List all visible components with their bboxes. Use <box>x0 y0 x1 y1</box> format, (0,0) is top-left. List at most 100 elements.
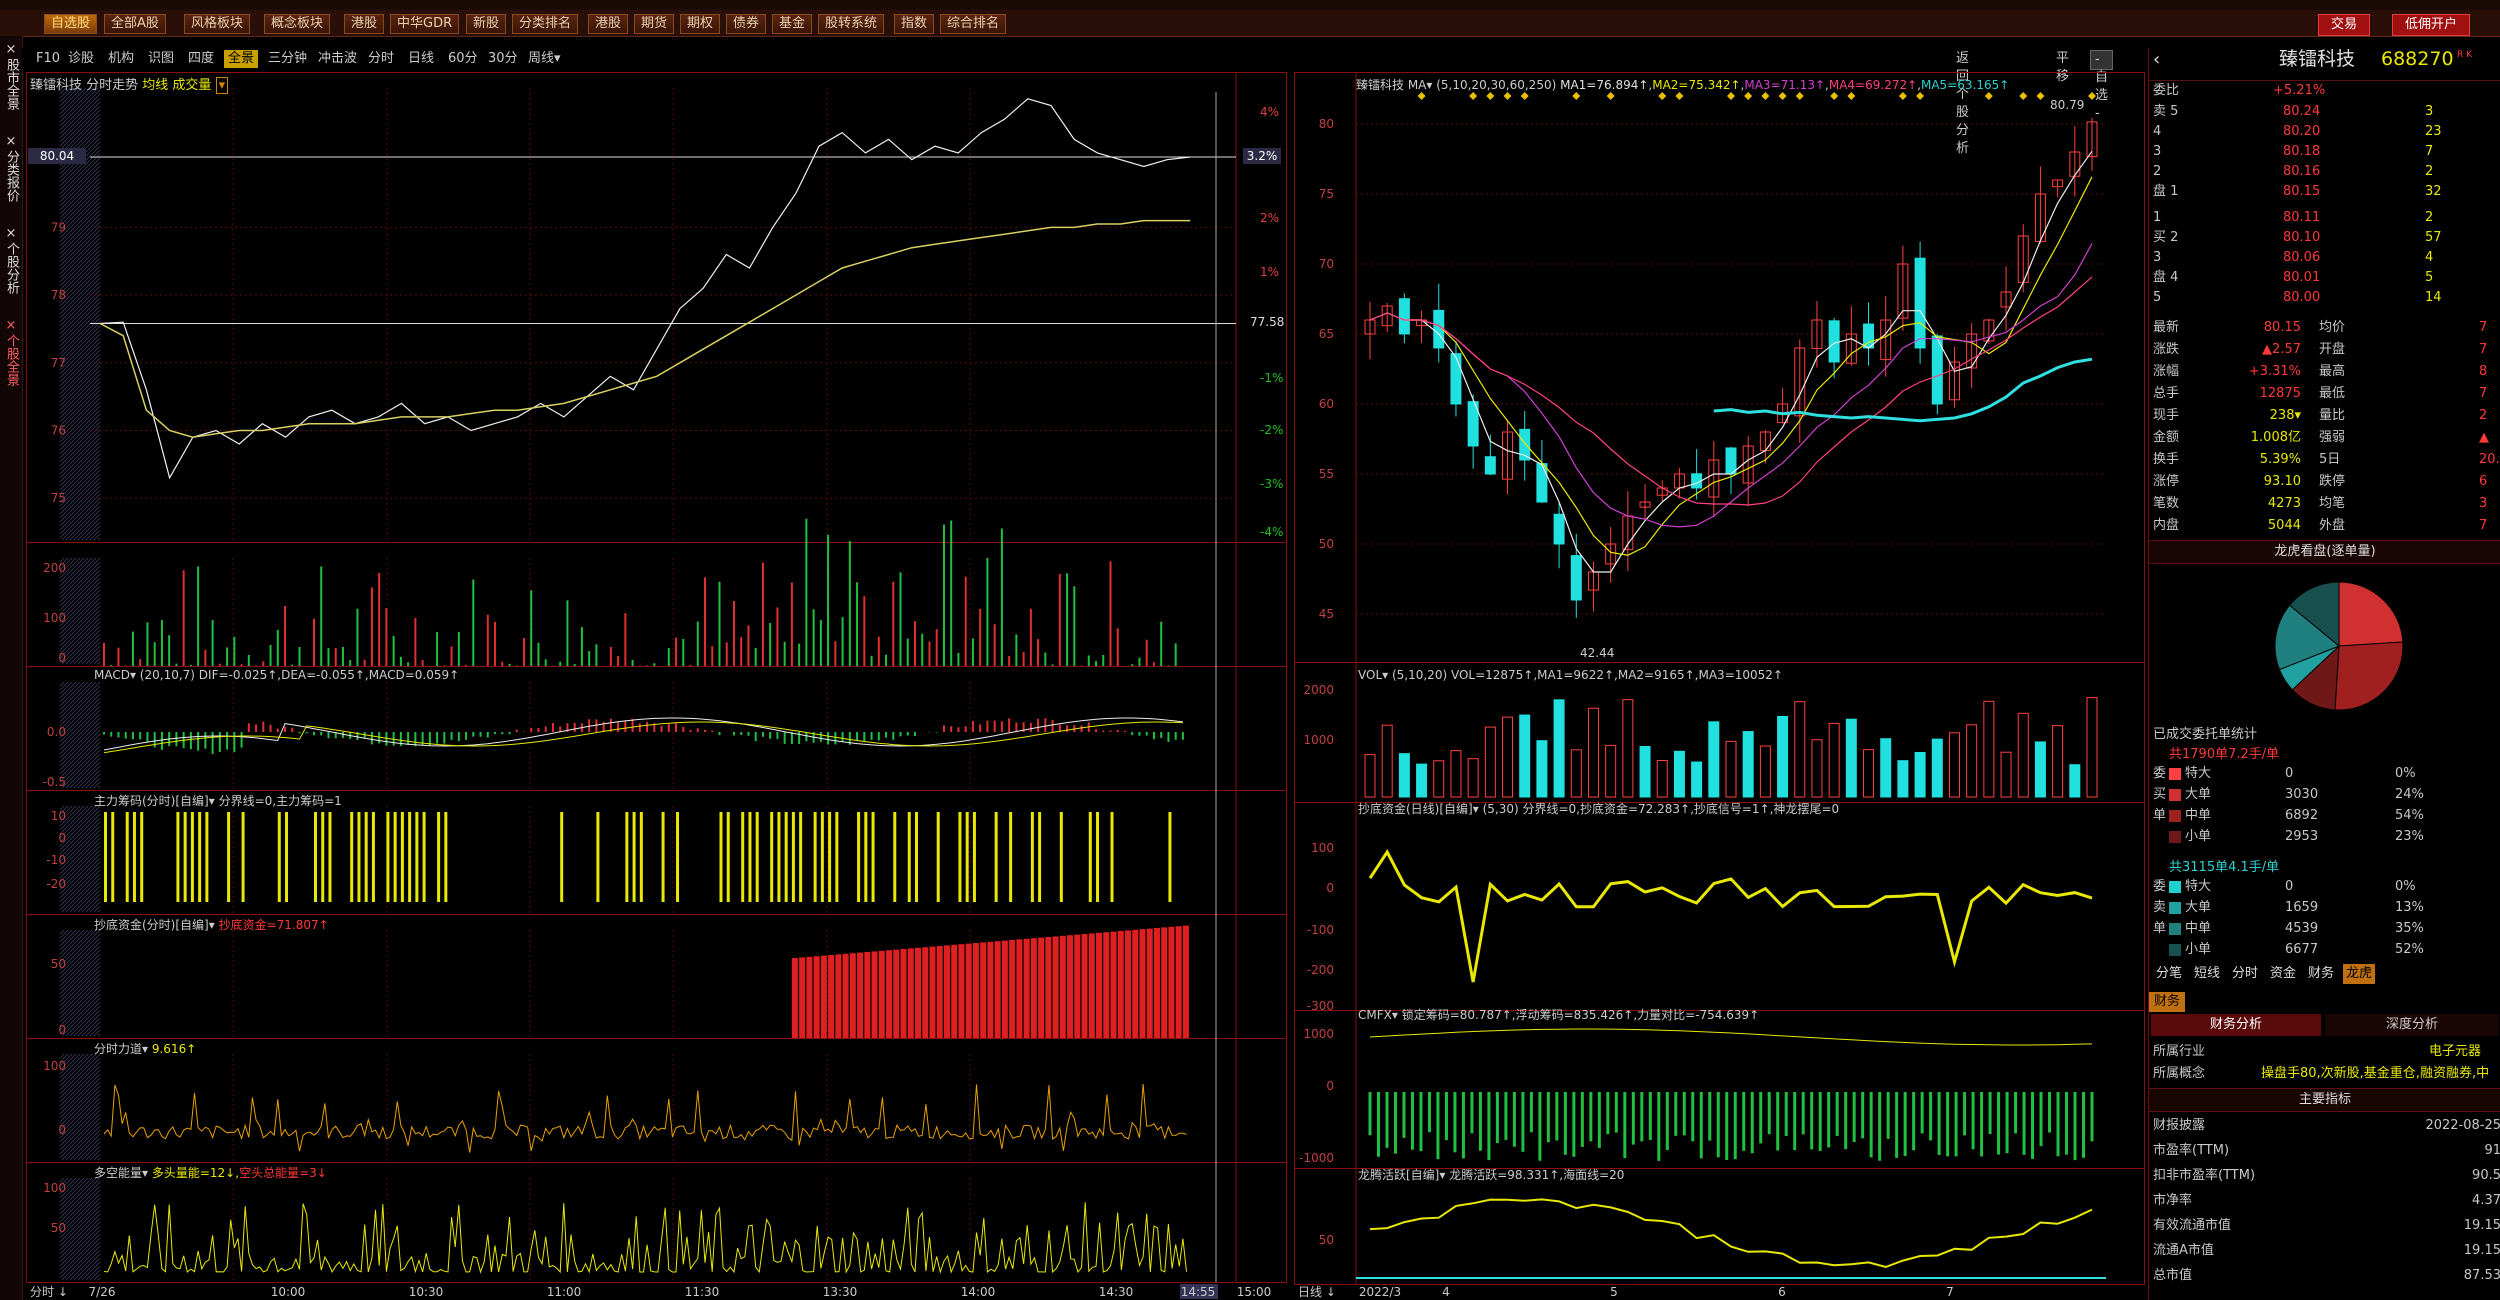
quote-tab[interactable]: 分笔 <box>2153 964 2185 984</box>
toolbar-item[interactable]: F10 <box>32 50 64 68</box>
menu-item[interactable]: 基金 <box>772 14 813 34</box>
signal-diamond <box>1847 92 1856 100</box>
main-chip-bar <box>719 812 723 902</box>
sell-level-row[interactable]: 3 80.18 7 <box>2149 142 2500 161</box>
price-tick-label: 76 <box>51 423 66 437</box>
bottom-fund-bar <box>980 942 987 1038</box>
sell-level-row[interactable]: 4 80.20 23 <box>2149 122 2500 141</box>
candle-body <box>1398 298 1410 335</box>
main-chip-bar <box>205 812 209 902</box>
menu-item[interactable]: 指数 <box>894 14 935 34</box>
buy-level-row[interactable]: 1 80.11 2 <box>2149 208 2500 227</box>
menu-item[interactable]: 港股 <box>588 14 629 34</box>
quote-tab[interactable]: 资金 <box>2267 964 2299 984</box>
left-side-tabs: × 股市全景 × 分类报价 × 个股分析 × 个股全景 <box>0 36 23 1300</box>
daily-volume-bar <box>1931 738 1943 798</box>
menu-item[interactable]: 分类排名 <box>512 14 579 34</box>
buy-level-row[interactable]: 5 80.00 14 <box>2149 288 2500 307</box>
main-chip-bar <box>1110 812 1114 902</box>
side-tab-stock-panorama[interactable]: × 个股全景 <box>2 318 20 391</box>
finance-section-tab[interactable]: 财务 <box>2149 992 2185 1012</box>
toolbar-item[interactable]: 识图 <box>144 50 178 68</box>
close-icon[interactable]: × <box>6 318 17 333</box>
daily-volume-bar <box>1484 726 1496 798</box>
price-tick-label: 78 <box>51 288 66 302</box>
buy-level-row[interactable]: 买 2 80.10 57 <box>2149 228 2500 247</box>
pre-open-hatch <box>60 930 100 1036</box>
bottom-fund-bar <box>1103 932 1110 1038</box>
side-tab-stock-analysis[interactable]: × 个股分析 <box>2 226 20 299</box>
quote-tab[interactable]: 分时 <box>2229 964 2261 984</box>
side-tab-category-quotes[interactable]: × 分类报价 <box>2 134 20 207</box>
menu-item[interactable]: 自选股 <box>44 14 98 34</box>
close-icon[interactable]: × <box>6 226 17 241</box>
concept-row: 所属概念 操盘手80,次新股,基金重仓,融资融券,中 <box>2153 1066 2490 1081</box>
menu-item[interactable]: 股转系统 <box>818 14 885 34</box>
menu-item[interactable]: 中华GDR <box>390 14 460 34</box>
main-chip-bar <box>632 812 636 902</box>
bottom-fund-bar <box>813 956 820 1038</box>
toolbar-item[interactable]: 机构 <box>104 50 138 68</box>
trade-button[interactable]: 交易 <box>2318 14 2371 36</box>
bottom-fund-header: 抄底资金(分时)[自编]▾ 抄底资金=71.807↑ <box>94 918 329 932</box>
back-to-analysis-link[interactable]: 返回个股分析 <box>1952 50 1973 156</box>
toolbar-item[interactable]: 冲击波 <box>314 50 361 68</box>
daily-volume-bar <box>2086 697 2098 798</box>
daily-volume-bar <box>1656 760 1668 798</box>
main-chip-bar <box>176 812 180 902</box>
sell-level-row[interactable]: 盘 1 80.15 32 <box>2149 182 2500 201</box>
force-tick-label: 100 <box>43 1059 66 1073</box>
watchlist-select[interactable]: - 自选 - <box>2090 50 2113 121</box>
pan-toggle[interactable]: 平移 <box>2052 50 2073 84</box>
close-icon[interactable]: × <box>6 42 17 57</box>
bottom-fund-bar <box>893 949 900 1038</box>
sell-level-row[interactable]: 2 80.16 2 <box>2149 162 2500 181</box>
menu-item[interactable]: 风格板块 <box>184 14 251 34</box>
daily-volume-bar <box>1880 738 1892 798</box>
price-tick-label: 79 <box>51 220 66 234</box>
chevron-down-icon[interactable]: ▾ <box>215 77 229 94</box>
menu-item[interactable]: 概念板块 <box>264 14 331 34</box>
toolbar-item[interactable]: 60分 <box>444 50 482 68</box>
deep-analysis-tab[interactable]: 深度分析 <box>2325 1014 2499 1036</box>
pct-tick-label: -4% <box>1260 525 1283 539</box>
quote-tab[interactable]: 财务 <box>2305 964 2337 984</box>
bottom-fund-bar <box>857 952 864 1038</box>
buy-level-row[interactable]: 盘 4 80.01 5 <box>2149 268 2500 287</box>
finance-analysis-tab[interactable]: 财务分析 <box>2151 1014 2321 1036</box>
buy-level-row[interactable]: 3 80.06 4 <box>2149 248 2500 267</box>
macd-header: MACD▾ (20,10,7) DIF=-0.025↑,DEA=-0.055↑,… <box>94 668 460 682</box>
pre-open-hatch <box>60 682 100 788</box>
quote-tab[interactable]: 龙虎 <box>2343 964 2376 984</box>
toolbar-item[interactable]: 三分钟 <box>264 50 311 68</box>
daily-high-label: 80.79 <box>2050 98 2085 112</box>
signal-diamond <box>2036 92 2045 100</box>
toolbar-item[interactable]: 日线 <box>404 50 438 68</box>
toolbar-item[interactable]: 四度 <box>184 50 218 68</box>
sell-level-row[interactable]: 卖 5 80.24 3 <box>2149 102 2500 121</box>
quote-stat-row: 笔数 4273 均笔 3 <box>2153 496 2488 511</box>
toolbar-item[interactable]: 全景 <box>224 50 259 68</box>
signal-diamond <box>1830 92 1839 100</box>
menu-item[interactable]: 期货 <box>634 14 675 34</box>
main-chip-bar <box>277 812 281 902</box>
menu-item[interactable]: 综合排名 <box>940 14 1007 34</box>
quote-tab[interactable]: 短线 <box>2191 964 2223 984</box>
time-tick-label: 2022/3 <box>1359 1285 1401 1299</box>
quote-stat-row: 总手 12875 最低 7 <box>2153 386 2488 401</box>
menu-item[interactable]: 全部A股 <box>104 14 166 34</box>
menu-item[interactable]: 期权 <box>680 14 721 34</box>
chevron-left-icon[interactable]: ‹ <box>2153 50 2160 69</box>
menu-item[interactable]: 债券 <box>726 14 767 34</box>
close-icon[interactable]: × <box>6 134 17 149</box>
toolbar-item[interactable]: 诊股 <box>64 50 98 68</box>
toolbar-item[interactable]: 30分 <box>484 50 522 68</box>
side-tab-market-overview[interactable]: × 股市全景 <box>2 42 20 115</box>
menu-item[interactable]: 港股 <box>344 14 385 34</box>
toolbar-item[interactable]: 分时 <box>364 50 398 68</box>
menu-item[interactable]: 新股 <box>466 14 507 34</box>
toolbar-item[interactable]: 周线▾ <box>524 50 565 68</box>
signal-diamond <box>1984 92 1993 100</box>
open-account-button[interactable]: 低佣开户 <box>2392 14 2471 36</box>
main-chip-bar <box>1088 812 1092 902</box>
